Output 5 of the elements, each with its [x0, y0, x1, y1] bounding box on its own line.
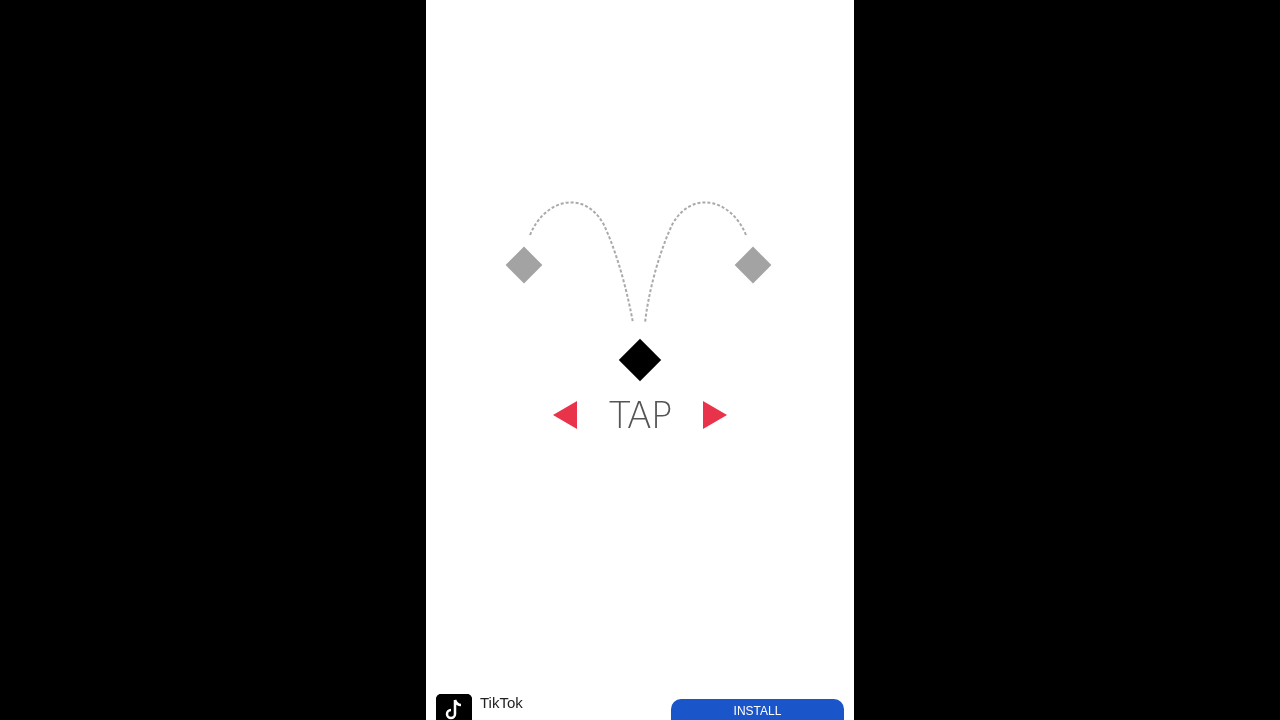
- right-arrow-icon: [703, 401, 728, 429]
- app-name: TikTok: [480, 694, 523, 711]
- install-button[interactable]: INSTALL: [671, 699, 844, 720]
- tap-prompt: TAP: [608, 395, 672, 435]
- left-arrow-icon: [552, 401, 577, 429]
